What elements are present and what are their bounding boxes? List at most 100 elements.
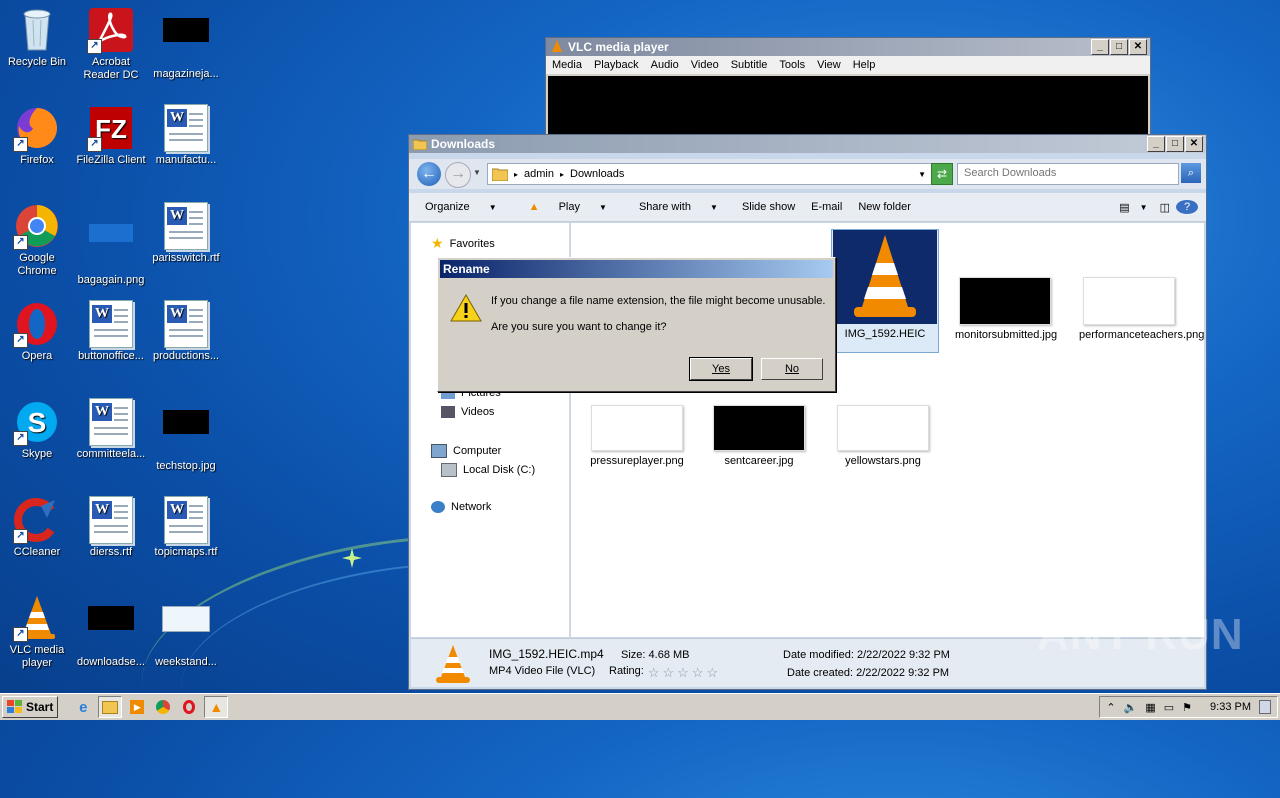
show-desktop-icon[interactable] — [1259, 700, 1271, 714]
volume-icon[interactable]: 🔈 — [1124, 701, 1138, 714]
desktop-icon-skype[interactable]: S ↗ Skype — [0, 398, 74, 461]
share-button[interactable]: Share with ▼ — [623, 201, 734, 213]
nav-local-disk[interactable]: Local Disk (C:) — [441, 463, 535, 477]
desktop-icon-file[interactable]: W productions... — [149, 300, 223, 363]
desktop-icon-label: magazineja... — [153, 68, 219, 80]
slideshow-button[interactable]: Slide show — [734, 201, 803, 213]
desktop-icon-file[interactable]: W committeela... — [74, 398, 148, 461]
white-thumbnail-icon — [162, 606, 210, 632]
preview-pane-icon[interactable]: ◫ — [1154, 201, 1176, 214]
desktop-icon-file[interactable]: W buttonoffice... — [74, 300, 148, 363]
flag-icon[interactable]: ⚑ — [1182, 701, 1192, 714]
nav-network[interactable]: Network — [431, 501, 491, 513]
new-folder-button[interactable]: New folder — [850, 201, 919, 213]
network-icon[interactable]: ▦ — [1145, 701, 1155, 714]
clock[interactable]: 9:33 PM — [1210, 701, 1251, 713]
minimize-button[interactable]: _ — [1091, 39, 1109, 55]
desktop-icon-vlc[interactable]: ↗ VLC media player — [0, 594, 74, 670]
maximize-button[interactable]: □ — [1166, 136, 1184, 152]
desktop-icon-file[interactable]: bagagain.png — [74, 202, 148, 287]
search-input[interactable] — [958, 164, 1154, 182]
minimize-button[interactable]: _ — [1147, 136, 1165, 152]
desktop-icon-ccleaner[interactable]: ↗ CCleaner — [0, 496, 74, 559]
nav-computer[interactable]: Computer — [431, 444, 501, 458]
power-icon[interactable]: ▭ — [1164, 701, 1174, 714]
chevron-down-icon[interactable]: ▼ — [1134, 203, 1154, 212]
desktop-icon-file[interactable]: W parisswitch.rtf — [149, 202, 223, 265]
desktop-icon-chrome[interactable]: ↗ Google Chrome — [0, 202, 74, 278]
history-dropdown-icon[interactable]: ▼ — [473, 168, 481, 177]
desktop-icon-opera[interactable]: ↗ Opera — [0, 300, 74, 363]
desktop-icon-label: manufactu... — [155, 154, 217, 166]
file-item[interactable]: monitorsubmitted.jpg — [955, 277, 1057, 341]
desktop-icon-firefox[interactable]: ↗ Firefox — [0, 104, 74, 167]
views-icon[interactable]: ▤ — [1115, 201, 1133, 214]
show-hidden-icons-icon[interactable]: ⌃ — [1106, 701, 1115, 714]
play-button[interactable]: ▲ Play ▼ — [513, 201, 623, 213]
desktop-icon-file[interactable]: W manufactu... — [149, 104, 223, 167]
vlc-window[interactable]: VLC media player _ □ ✕ Media Playback Au… — [545, 37, 1151, 139]
search-icon[interactable]: ⌕ — [1181, 163, 1201, 183]
explorer-window[interactable]: Downloads _ □ ✕ ← → ▼ ▸ admin ▸ Download… — [408, 134, 1207, 690]
explorer-taskbar-icon[interactable] — [98, 696, 123, 718]
refresh-button[interactable]: ⇄ — [931, 163, 953, 185]
desktop-icon-file[interactable]: W topicmaps.rtf — [149, 496, 223, 559]
menu-media[interactable]: Media — [546, 59, 588, 71]
vlc-cone-icon — [436, 645, 470, 683]
file-item[interactable]: sentcareer.jpg — [709, 405, 809, 467]
menu-subtitle[interactable]: Subtitle — [725, 59, 774, 71]
start-button[interactable]: Start — [2, 696, 59, 718]
close-button[interactable]: ✕ — [1129, 39, 1147, 55]
email-button[interactable]: E-mail — [803, 201, 850, 213]
yes-button[interactable]: Yes — [689, 357, 753, 381]
organize-button[interactable]: Organize ▼ — [409, 201, 513, 213]
menu-help[interactable]: Help — [847, 59, 882, 71]
explorer-titlebar[interactable]: Downloads _ □ ✕ — [409, 135, 1206, 153]
back-button[interactable]: ← — [417, 162, 441, 186]
chevron-down-icon: ▼ — [488, 203, 497, 212]
rating-stars[interactable]: ☆☆☆☆☆ — [648, 665, 721, 681]
vlc-video-area[interactable] — [548, 76, 1148, 136]
desktop-icon-file[interactable]: techstop.jpg — [149, 398, 223, 473]
maximize-button[interactable]: □ — [1110, 39, 1128, 55]
menu-tools[interactable]: Tools — [773, 59, 811, 71]
desktop-icon-file[interactable]: weekstand... — [149, 594, 223, 669]
no-button[interactable]: No — [761, 358, 823, 380]
desktop-icon-file[interactable]: magazineja... — [149, 6, 223, 81]
chrome-taskbar-icon[interactable] — [152, 697, 174, 717]
forward-button[interactable]: → — [445, 162, 471, 188]
menu-view[interactable]: View — [811, 59, 847, 71]
desktop-icon-file[interactable]: W dierss.rtf — [74, 496, 148, 559]
desktop-icon-filezilla[interactable]: FZ ↗ FileZilla Client — [74, 104, 148, 167]
recycle-bin-icon — [23, 9, 51, 51]
file-item[interactable]: pressureplayer.png — [585, 405, 689, 467]
chevron-down-icon[interactable]: ▼ — [918, 170, 926, 179]
menu-video[interactable]: Video — [685, 59, 725, 71]
search-box[interactable] — [957, 163, 1179, 185]
desktop-icon-acrobat[interactable]: ↗ Acrobat Reader DC — [74, 6, 148, 82]
vlc-taskbar-icon[interactable]: ▲ — [204, 696, 229, 718]
opera-taskbar-icon[interactable] — [178, 697, 200, 717]
ie-taskbar-icon[interactable]: e — [72, 697, 94, 717]
desktop-icon-file[interactable]: downloadse... — [74, 594, 148, 669]
chevron-right-icon: ▸ — [559, 169, 564, 179]
nav-videos[interactable]: Videos — [441, 406, 494, 418]
menu-playback[interactable]: Playback — [588, 59, 645, 71]
vlc-cone-icon: ▲ — [528, 201, 540, 213]
vlc-titlebar[interactable]: VLC media player _ □ ✕ — [546, 38, 1150, 56]
image-thumbnail — [959, 277, 1051, 325]
file-item-selected[interactable]: IMG_1592.HEIC — [831, 229, 939, 353]
close-button[interactable]: ✕ — [1185, 136, 1203, 152]
address-bar[interactable]: ▸ admin ▸ Downloads ▼ — [487, 163, 933, 185]
media-taskbar-icon[interactable]: ▶ — [126, 697, 148, 717]
play-label: Play — [558, 201, 580, 213]
breadcrumb-admin[interactable]: admin — [524, 168, 554, 180]
nav-favorites[interactable]: ★ Favorites — [431, 235, 495, 252]
rename-dialog[interactable]: Rename If you change a file name extensi… — [437, 257, 836, 392]
help-icon[interactable]: ? — [1176, 200, 1198, 214]
desktop-icon-recycle-bin[interactable]: Recycle Bin — [0, 6, 74, 69]
menu-audio[interactable]: Audio — [645, 59, 685, 71]
breadcrumb-downloads[interactable]: Downloads — [570, 168, 624, 180]
file-item[interactable]: yellowstars.png — [833, 405, 933, 467]
file-item[interactable]: performanceteachers.png — [1079, 277, 1204, 341]
